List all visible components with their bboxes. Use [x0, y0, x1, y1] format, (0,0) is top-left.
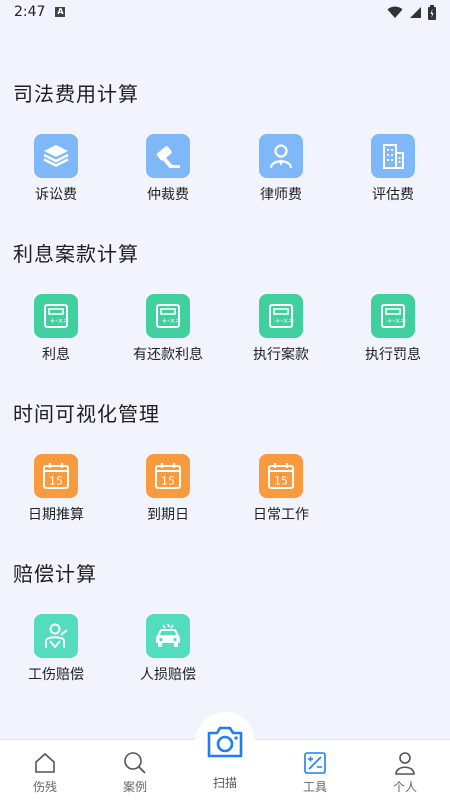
svg-text:×=: ×= — [395, 317, 407, 325]
tool-execution-payment[interactable]: +- ×= 执行案款 — [225, 294, 337, 374]
svg-text:×=: ×= — [283, 317, 295, 325]
calendar-day: 15 — [274, 475, 288, 488]
status-bar: 2:47 A — [0, 0, 450, 24]
tab-tools[interactable]: 工具 — [270, 740, 360, 800]
tool-interest[interactable]: +- ×= 利息 — [0, 294, 112, 374]
calculator-icon: +- ×= — [146, 294, 190, 338]
tab-cases[interactable]: 案例 — [90, 740, 180, 800]
tool-label: 执行罚息 — [365, 347, 421, 363]
svg-text:×=: ×= — [170, 317, 182, 325]
tool-label: 诉讼费 — [35, 187, 77, 203]
wifi-icon — [387, 6, 403, 18]
tool-label: 利息 — [42, 347, 70, 363]
status-time: 2:47 — [14, 4, 46, 20]
tool-label: 日期推算 — [28, 507, 84, 523]
status-icons — [387, 4, 436, 20]
calendar-day: 15 — [49, 475, 63, 488]
car-accident-icon — [146, 614, 190, 658]
home-icon — [34, 750, 56, 776]
search-icon — [123, 750, 147, 776]
tab-disability[interactable]: 伤残 — [0, 740, 90, 800]
tool-daily-work[interactable]: 15 日常工作 — [225, 454, 337, 534]
camera-icon — [207, 726, 243, 758]
svg-text:×=: ×= — [58, 317, 70, 325]
tools-icon — [303, 750, 327, 776]
tool-personal-injury-compensation[interactable]: 人损赔偿 — [112, 614, 224, 694]
tool-label: 仲裁费 — [147, 187, 189, 203]
gavel-icon — [146, 134, 190, 178]
tab-label: 工具 — [302, 780, 327, 794]
tab-label: 案例 — [122, 780, 147, 794]
signal-icon — [410, 6, 421, 18]
section-title-compensation: 赔偿计算 — [13, 562, 97, 586]
tab-label: 伤残 — [32, 780, 57, 794]
calendar-icon: 15 — [146, 454, 190, 498]
injured-worker-icon — [34, 614, 78, 658]
battery-icon — [428, 4, 436, 20]
tool-date-calculation[interactable]: 15 日期推算 — [0, 454, 112, 534]
tool-litigation-fee[interactable]: 诉讼费 — [0, 134, 112, 214]
tool-lawyer-fee[interactable]: 律师费 — [225, 134, 337, 214]
lawyer-icon — [259, 134, 303, 178]
stack-icon — [34, 134, 78, 178]
calculator-icon: +- ×= — [259, 294, 303, 338]
calculator-icon: +- ×= — [371, 294, 415, 338]
tool-arbitration-fee[interactable]: 仲裁费 — [112, 134, 224, 214]
person-icon — [394, 750, 416, 776]
calendar-icon: 15 — [259, 454, 303, 498]
tool-label: 评估费 — [372, 187, 414, 203]
tool-label: 律师费 — [260, 187, 302, 203]
tool-label: 执行案款 — [253, 347, 309, 363]
tool-label: 工伤赔偿 — [28, 667, 84, 683]
section-title-interest: 利息案款计算 — [13, 242, 139, 266]
tool-work-injury-compensation[interactable]: 工伤赔偿 — [0, 614, 112, 694]
calendar-day: 15 — [161, 475, 175, 488]
tool-due-date[interactable]: 15 到期日 — [112, 454, 224, 534]
tool-label: 到期日 — [147, 507, 189, 523]
scan-button[interactable] — [195, 712, 255, 772]
tab-personal[interactable]: 个人 — [360, 740, 450, 800]
notification-icon: A — [55, 7, 66, 17]
tool-assessment-fee[interactable]: 评估费 — [337, 134, 449, 214]
calendar-icon: 15 — [34, 454, 78, 498]
section-title-time-management: 时间可视化管理 — [13, 402, 160, 426]
tool-label: 有还款利息 — [133, 347, 203, 363]
tab-scan-label[interactable]: 扫描 — [195, 774, 255, 791]
tool-repayment-interest[interactable]: +- ×= 有还款利息 — [112, 294, 224, 374]
tool-label: 日常工作 — [253, 507, 309, 523]
tool-label: 人损赔偿 — [140, 667, 196, 683]
tool-execution-penalty[interactable]: +- ×= 执行罚息 — [337, 294, 449, 374]
calculator-icon: +- ×= — [34, 294, 78, 338]
section-title-judicial-fees: 司法费用计算 — [13, 82, 139, 106]
tab-label: 个人 — [392, 780, 417, 794]
building-icon — [371, 134, 415, 178]
